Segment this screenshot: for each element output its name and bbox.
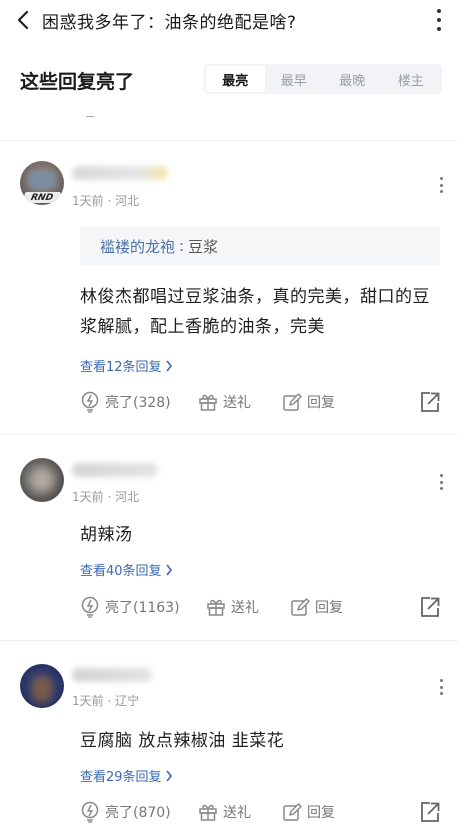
gift-button[interactable]: 送礼 — [198, 800, 251, 824]
like-button[interactable]: 亮了(870) — [80, 800, 171, 824]
gift-button[interactable]: 送礼 — [198, 390, 251, 414]
sort-tab-latest[interactable]: 最晚 — [323, 66, 382, 92]
divider — [0, 434, 458, 435]
lightbulb-icon — [81, 801, 99, 823]
like-count: 亮了(870) — [105, 805, 171, 821]
avatar[interactable]: RND — [20, 161, 64, 205]
reply-label: 回复 — [315, 600, 343, 616]
reply-label: 回复 — [307, 395, 335, 411]
gift-button[interactable]: 送礼 — [206, 595, 259, 619]
quoted-author[interactable]: 褴褛的龙袍 — [100, 236, 175, 257]
comment-meta: 1天前 · 河北 — [72, 490, 140, 504]
divider — [0, 140, 458, 141]
gift-label: 送礼 — [231, 600, 259, 616]
gift-icon — [199, 804, 217, 821]
chevron-right-icon — [165, 770, 172, 781]
divider — [0, 640, 458, 641]
quoted-reply[interactable]: 褴褛的龙袍 : 豆浆 — [80, 227, 440, 265]
chevron-left-icon — [17, 10, 29, 30]
comment-actions: 亮了(1163) 送礼 回复 — [80, 595, 442, 619]
view-replies-label: 查看12条回复 — [80, 360, 162, 375]
replies-section-header: 这些回复亮了 最亮 最早 最晚 楼主 — [0, 58, 458, 102]
comment-actions: 亮了(870) 送礼 回复 — [80, 800, 442, 824]
gift-label: 送礼 — [223, 395, 251, 411]
quoted-text: 豆浆 — [188, 237, 219, 256]
view-replies-link[interactable]: 查看12条回复 — [80, 356, 173, 375]
comment-more-button[interactable] — [438, 177, 444, 193]
chevron-right-icon — [165, 360, 172, 371]
comment-more-button[interactable] — [438, 474, 444, 490]
view-replies-label: 查看29条回复 — [80, 770, 162, 785]
share-icon[interactable] — [418, 390, 442, 414]
gift-icon — [207, 599, 225, 616]
share-icon[interactable] — [418, 800, 442, 824]
reply-button[interactable]: 回复 — [290, 595, 343, 619]
comment-body: 胡辣汤 — [80, 525, 133, 545]
divider-mark — [86, 116, 94, 117]
chevron-right-icon — [165, 564, 172, 575]
edit-icon — [291, 598, 310, 616]
like-button[interactable]: 亮了(328) — [80, 390, 171, 414]
sort-tab-earliest[interactable]: 最早 — [265, 66, 324, 92]
section-title: 这些回复亮了 — [20, 70, 135, 93]
comment-body: 豆腐脑 放点辣椒油 韭菜花 — [80, 731, 285, 751]
view-replies-link[interactable]: 查看40条回复 — [80, 560, 173, 579]
reply-button[interactable]: 回复 — [282, 390, 335, 414]
like-button[interactable]: 亮了(1163) — [80, 595, 180, 619]
sort-tab-brightest[interactable]: 最亮 — [206, 66, 265, 92]
lightbulb-icon — [81, 596, 99, 618]
page-title: 困惑我多年了：油条的绝配是啥? — [42, 12, 297, 33]
reply-button[interactable]: 回复 — [282, 800, 335, 824]
avatar[interactable] — [20, 458, 64, 502]
comment-actions: 亮了(328) 送礼 回复 — [80, 390, 442, 414]
edit-icon — [283, 803, 302, 821]
username-redacted[interactable] — [72, 166, 168, 180]
comment-body: 林俊杰都唱过豆浆油条，真的完美，甜口的豆浆解腻，配上香脆的油条，完美 — [80, 287, 430, 337]
edit-icon — [283, 393, 302, 411]
view-replies-link[interactable]: 查看29条回复 — [80, 766, 173, 785]
more-options-button[interactable] — [434, 6, 444, 34]
gift-label: 送礼 — [223, 805, 251, 821]
gift-icon — [199, 394, 217, 411]
username-redacted[interactable] — [72, 463, 158, 477]
top-bar: 困惑我多年了：油条的绝配是啥? — [0, 0, 458, 40]
view-replies-label: 查看40条回复 — [80, 564, 162, 579]
share-icon[interactable] — [418, 595, 442, 619]
reply-label: 回复 — [307, 805, 335, 821]
lightbulb-icon — [81, 391, 99, 413]
sort-tabs: 最亮 最早 最晚 楼主 — [204, 64, 442, 94]
avatar-badge-text: RND — [29, 192, 55, 203]
comment-meta: 1天前 · 辽宁 — [72, 694, 140, 708]
username-redacted[interactable] — [72, 668, 152, 682]
back-button[interactable] — [6, 0, 40, 40]
like-count: 亮了(328) — [105, 395, 171, 411]
sort-tab-op[interactable]: 楼主 — [382, 66, 441, 92]
comment-more-button[interactable] — [438, 679, 444, 695]
like-count: 亮了(1163) — [105, 600, 180, 616]
quote-separator: : — [179, 237, 185, 255]
comment-meta: 1天前 · 河北 — [72, 194, 140, 208]
avatar[interactable] — [20, 664, 64, 708]
